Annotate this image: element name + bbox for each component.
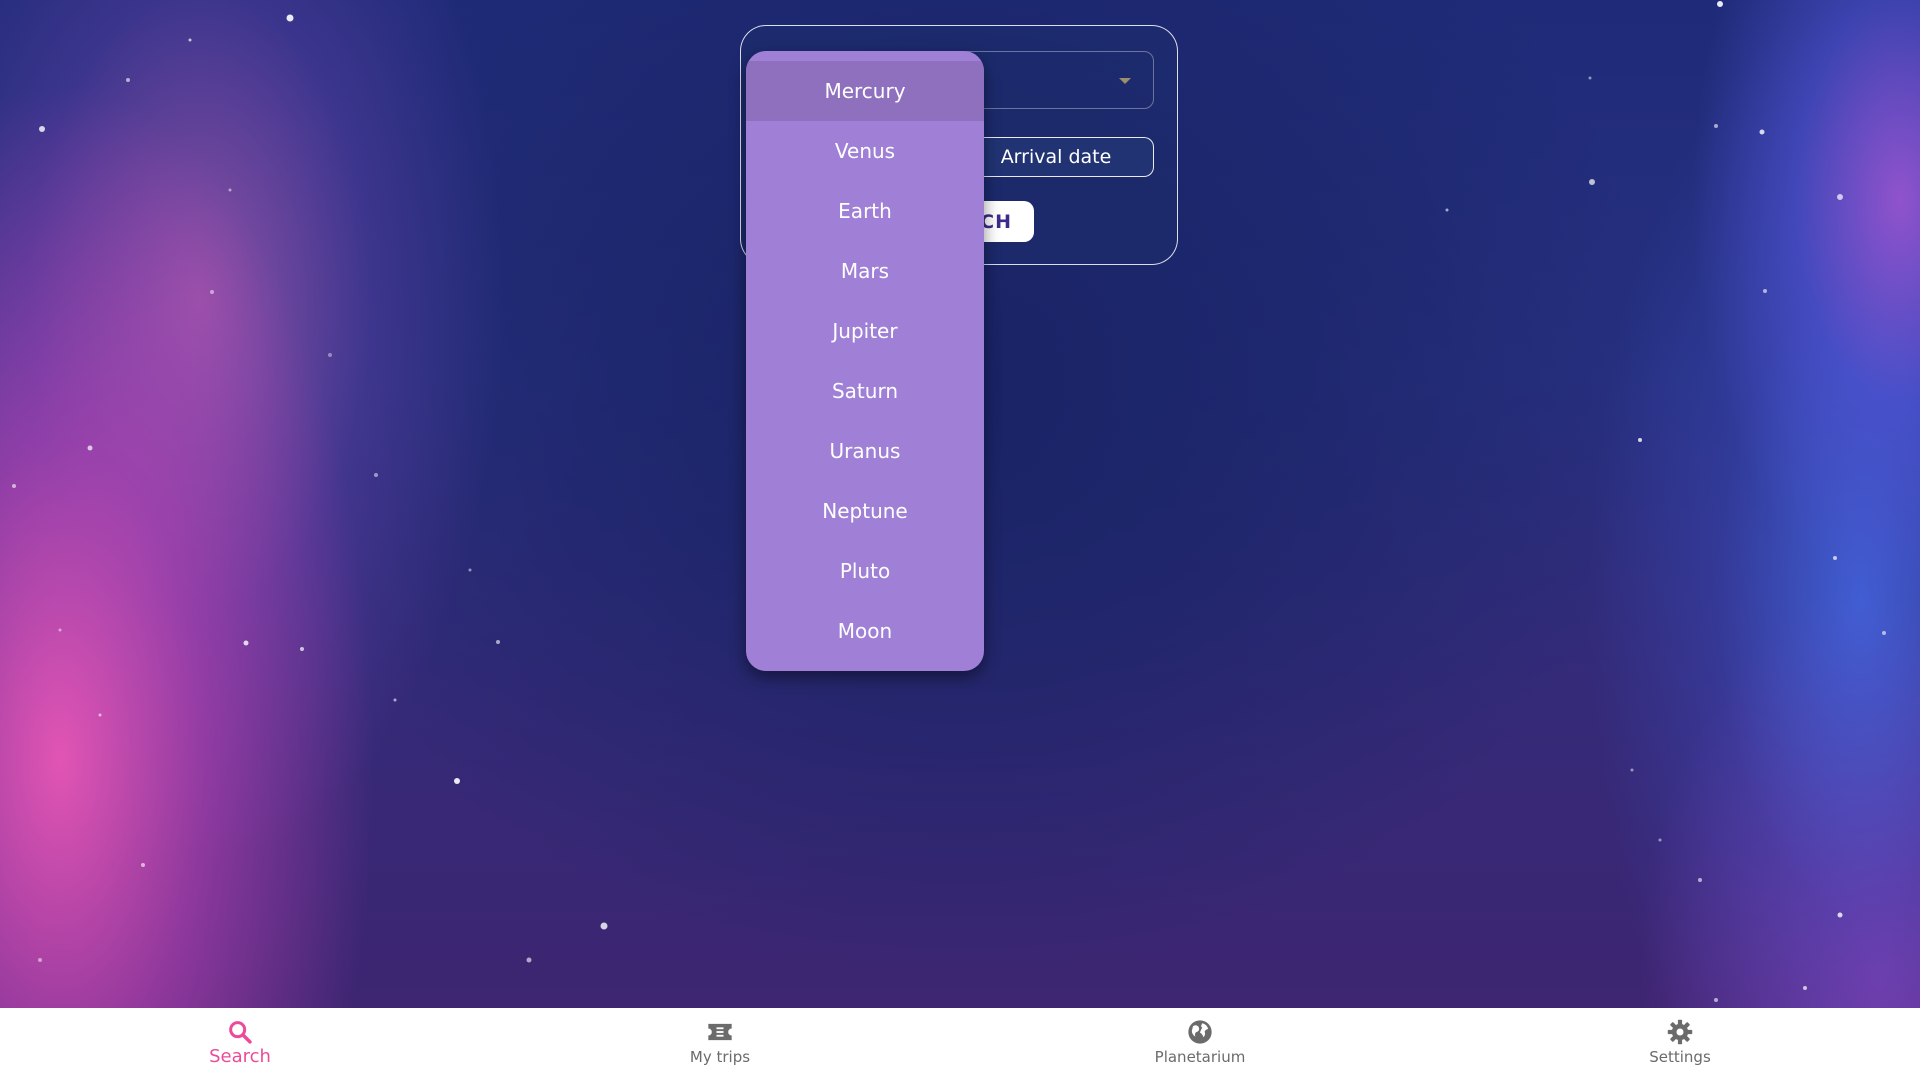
planet-option-mars[interactable]: Mars (746, 241, 984, 301)
nav-item-settings[interactable]: Settings (1440, 1008, 1920, 1080)
planet-option-venus[interactable]: Venus (746, 121, 984, 181)
ticket-icon (708, 1023, 732, 1041)
app-screen: To Arrival date CH MercuryVenusEarthMars… (0, 0, 1920, 1080)
planet-option-neptune[interactable]: Neptune (746, 481, 984, 541)
nav-item-planetarium[interactable]: Planetarium (960, 1008, 1440, 1080)
nav-item-my-trips[interactable]: My trips (480, 1008, 960, 1080)
planet-option-jupiter[interactable]: Jupiter (746, 301, 984, 361)
gear-icon (1667, 1019, 1693, 1045)
planet-option-saturn[interactable]: Saturn (746, 361, 984, 421)
destination-select[interactable]: To (958, 51, 1154, 109)
nav-item-search[interactable]: Search (0, 1008, 480, 1080)
chevron-down-icon[interactable] (1119, 78, 1131, 84)
bottom-navigation-bar: Search My trips Planetarium Settings (0, 1008, 1920, 1080)
nav-item-label: My trips (689, 1048, 751, 1066)
planet-option-earth[interactable]: Earth (746, 181, 984, 241)
nav-item-label: Search (209, 1046, 271, 1067)
nav-item-label: Settings (1649, 1048, 1711, 1066)
planet-option-mercury[interactable]: Mercury (746, 61, 984, 121)
globe-icon (1188, 1020, 1212, 1044)
nav-item-label: Planetarium (1154, 1048, 1246, 1066)
planet-dropdown-menu: Mercury Venus Earth Mars Jupiter Saturn Uranus… (746, 51, 984, 671)
planet-option-moon[interactable]: Moon (746, 601, 984, 661)
planet-option-uranus[interactable]: Uranus (746, 421, 984, 481)
planet-option-pluto[interactable]: Pluto (746, 541, 984, 601)
search-icon (229, 1021, 252, 1044)
arrival-date-button[interactable]: Arrival date (958, 137, 1154, 177)
